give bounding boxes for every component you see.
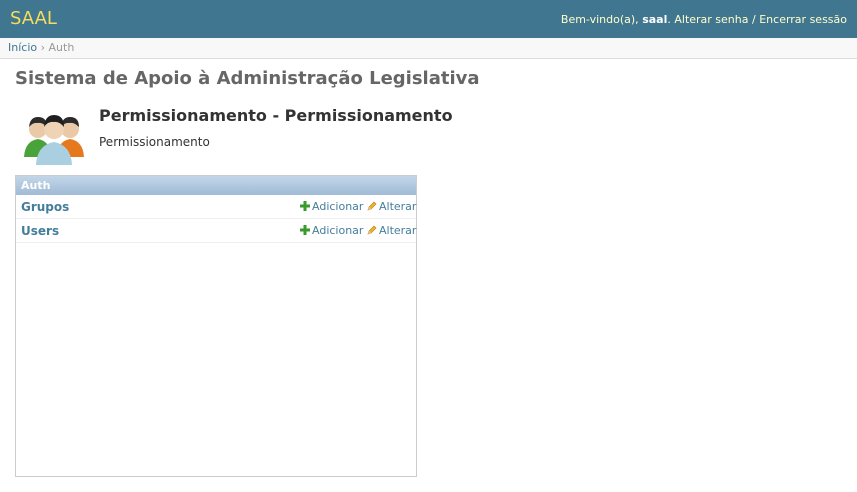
users-group-icon	[22, 107, 86, 165]
add-label: Adicionar	[312, 224, 364, 237]
logout-link[interactable]: Encerrar sessão	[759, 13, 847, 26]
change-grupos-link[interactable]: Alterar	[367, 200, 416, 213]
breadcrumb-current: Auth	[48, 41, 75, 54]
add-users-link[interactable]: Adicionar	[300, 224, 363, 237]
pencil-icon	[367, 225, 377, 235]
breadcrumb-separator: ›	[40, 41, 46, 54]
app-description: Permissionamento	[99, 135, 210, 149]
plus-icon	[300, 201, 310, 211]
welcome-text: Bem-vindo(a),	[560, 13, 639, 26]
add-grupos-link[interactable]: Adicionar	[300, 200, 363, 213]
add-label: Adicionar	[312, 200, 364, 213]
model-link-users[interactable]: Users	[21, 224, 59, 238]
plus-icon	[300, 225, 310, 235]
page-title: Sistema de Apoio à Administração Legisla…	[15, 68, 480, 89]
change-label: Alterar	[379, 200, 417, 213]
header-bar: SAAL Bem-vindo(a), saal. Alterar senha /…	[0, 0, 857, 38]
app-module-auth: Auth Grupos Adicionar Alterar Users Adic…	[15, 175, 417, 477]
model-row-grupos: Grupos Adicionar Alterar	[16, 195, 416, 219]
module-caption[interactable]: Auth	[16, 176, 416, 195]
site-brand[interactable]: SAAL	[10, 8, 57, 29]
model-link-grupos[interactable]: Grupos	[21, 200, 69, 214]
change-password-link[interactable]: Alterar senha	[674, 13, 748, 26]
app-title: Permissionamento - Permissionamento	[99, 106, 453, 125]
separator-slash: /	[752, 13, 756, 26]
separator-dot: .	[667, 13, 671, 26]
breadcrumb-home-link[interactable]: Início	[8, 41, 37, 54]
user-tools: Bem-vindo(a), saal. Alterar senha / Ence…	[561, 13, 847, 26]
model-row-users: Users Adicionar Alterar	[16, 219, 416, 243]
username: saal	[642, 13, 668, 26]
change-users-link[interactable]: Alterar	[367, 224, 416, 237]
breadcrumb: Início › Auth	[0, 38, 857, 59]
pencil-icon	[367, 201, 377, 211]
change-label: Alterar	[379, 224, 417, 237]
